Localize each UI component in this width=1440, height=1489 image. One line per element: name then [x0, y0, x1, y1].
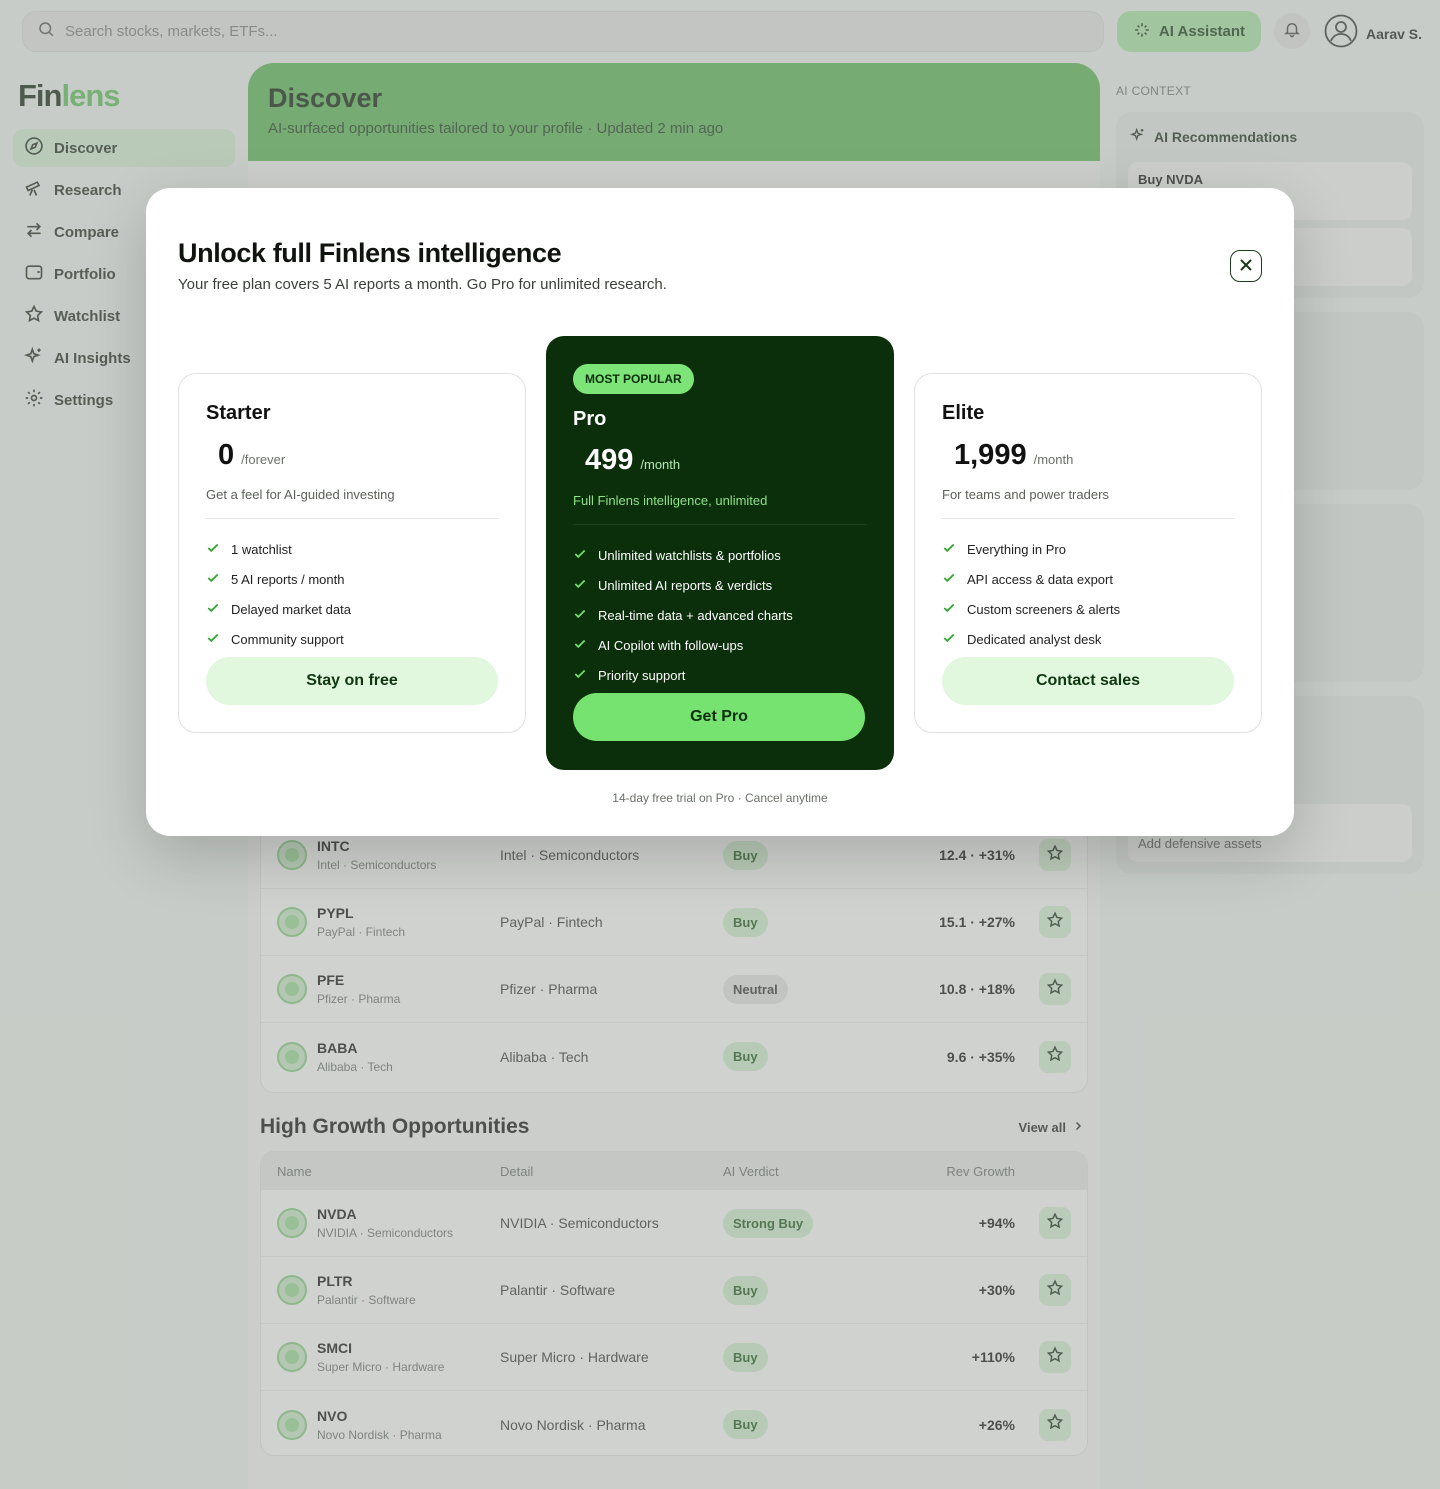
- feature-item: Delayed market data: [206, 594, 351, 624]
- price-amount: 0: [218, 439, 235, 471]
- check-icon: [206, 631, 220, 648]
- plan-name: Elite: [942, 402, 985, 424]
- divider: [206, 518, 498, 519]
- check-icon: [573, 607, 587, 624]
- feature-item: Priority support: [573, 660, 793, 690]
- check-icon: [573, 577, 587, 594]
- price-amount: 499: [585, 444, 634, 476]
- check-icon: [206, 571, 220, 588]
- price-period: /month: [640, 457, 681, 472]
- plan-price: 1,999 /month: [954, 439, 1073, 472]
- check-icon: [942, 571, 956, 588]
- feature-label: Delayed market data: [231, 601, 351, 617]
- feature-label: API access & data export: [967, 571, 1113, 587]
- price-amount: 1,999: [954, 439, 1027, 471]
- check-icon: [206, 601, 220, 618]
- plan-price: 499 /month: [585, 444, 680, 477]
- feature-item: Unlimited watchlists & portfolios: [573, 540, 793, 570]
- check-icon: [942, 601, 956, 618]
- feature-list: Unlimited watchlists & portfolios Unlimi…: [573, 540, 793, 690]
- feature-list: Everything in Pro API access & data expo…: [942, 534, 1120, 654]
- feature-label: Real-time data + advanced charts: [598, 607, 793, 623]
- plan-price: 0 /forever: [218, 439, 285, 472]
- plan-card-elite: Elite 1,999 /month For teams and power t…: [914, 373, 1262, 733]
- upgrade-modal: Unlock full Finlens intelligence Your fr…: [146, 188, 1294, 836]
- feature-item: API access & data export: [942, 564, 1120, 594]
- plan-name: Starter: [206, 402, 271, 424]
- feature-label: Unlimited watchlists & portfolios: [598, 547, 781, 563]
- plan-name: Pro: [573, 408, 607, 430]
- feature-label: 1 watchlist: [231, 541, 292, 557]
- divider: [942, 518, 1234, 519]
- feature-item: Real-time data + advanced charts: [573, 600, 793, 630]
- plan-description: For teams and power traders: [942, 487, 1109, 502]
- feature-item: 5 AI reports / month: [206, 564, 351, 594]
- check-icon: [942, 541, 956, 558]
- modal-subtitle: Your free plan covers 5 AI reports a mon…: [178, 276, 667, 293]
- trial-footnote: 14-day free trial on Pro · Cancel anytim…: [612, 791, 828, 805]
- feature-label: Everything in Pro: [967, 541, 1066, 557]
- feature-item: AI Copilot with follow-ups: [573, 630, 793, 660]
- feature-label: Community support: [231, 631, 344, 647]
- close-button[interactable]: [1230, 250, 1262, 282]
- feature-item: 1 watchlist: [206, 534, 351, 564]
- check-icon: [573, 547, 587, 564]
- feature-label: AI Copilot with follow-ups: [598, 637, 744, 653]
- feature-list: 1 watchlist 5 AI reports / month Delayed…: [206, 534, 351, 654]
- check-icon: [206, 541, 220, 558]
- most-popular-badge: MOST POPULAR: [573, 364, 694, 394]
- plan-description: Full Finlens intelligence, unlimited: [573, 493, 768, 508]
- feature-item: Community support: [206, 624, 351, 654]
- stay-on-free-button[interactable]: Stay on free: [206, 657, 498, 705]
- price-period: /month: [1033, 452, 1074, 467]
- check-icon: [573, 637, 587, 654]
- feature-item: Everything in Pro: [942, 534, 1120, 564]
- close-icon: [1240, 258, 1252, 274]
- divider: [573, 524, 867, 525]
- plan-description: Get a feel for AI-guided investing: [206, 487, 395, 502]
- feature-item: Unlimited AI reports & verdicts: [573, 570, 793, 600]
- contact-sales-button[interactable]: Contact sales: [942, 657, 1234, 705]
- get-pro-button[interactable]: Get Pro: [573, 693, 865, 741]
- feature-label: Priority support: [598, 667, 686, 683]
- modal-title: Unlock full Finlens intelligence: [178, 238, 562, 268]
- feature-item: Dedicated analyst desk: [942, 624, 1120, 654]
- check-icon: [573, 667, 587, 684]
- price-period: /forever: [241, 452, 286, 467]
- feature-label: Dedicated analyst desk: [967, 631, 1102, 647]
- feature-label: Unlimited AI reports & verdicts: [598, 577, 773, 593]
- check-icon: [942, 631, 956, 648]
- feature-label: 5 AI reports / month: [231, 571, 345, 587]
- feature-label: Custom screeners & alerts: [967, 601, 1121, 617]
- feature-item: Custom screeners & alerts: [942, 594, 1120, 624]
- plan-card-starter: Starter 0 /forever Get a feel for AI-gui…: [178, 373, 526, 733]
- plan-card-pro: MOST POPULAR Pro 499 /month Full Finlens…: [546, 336, 894, 770]
